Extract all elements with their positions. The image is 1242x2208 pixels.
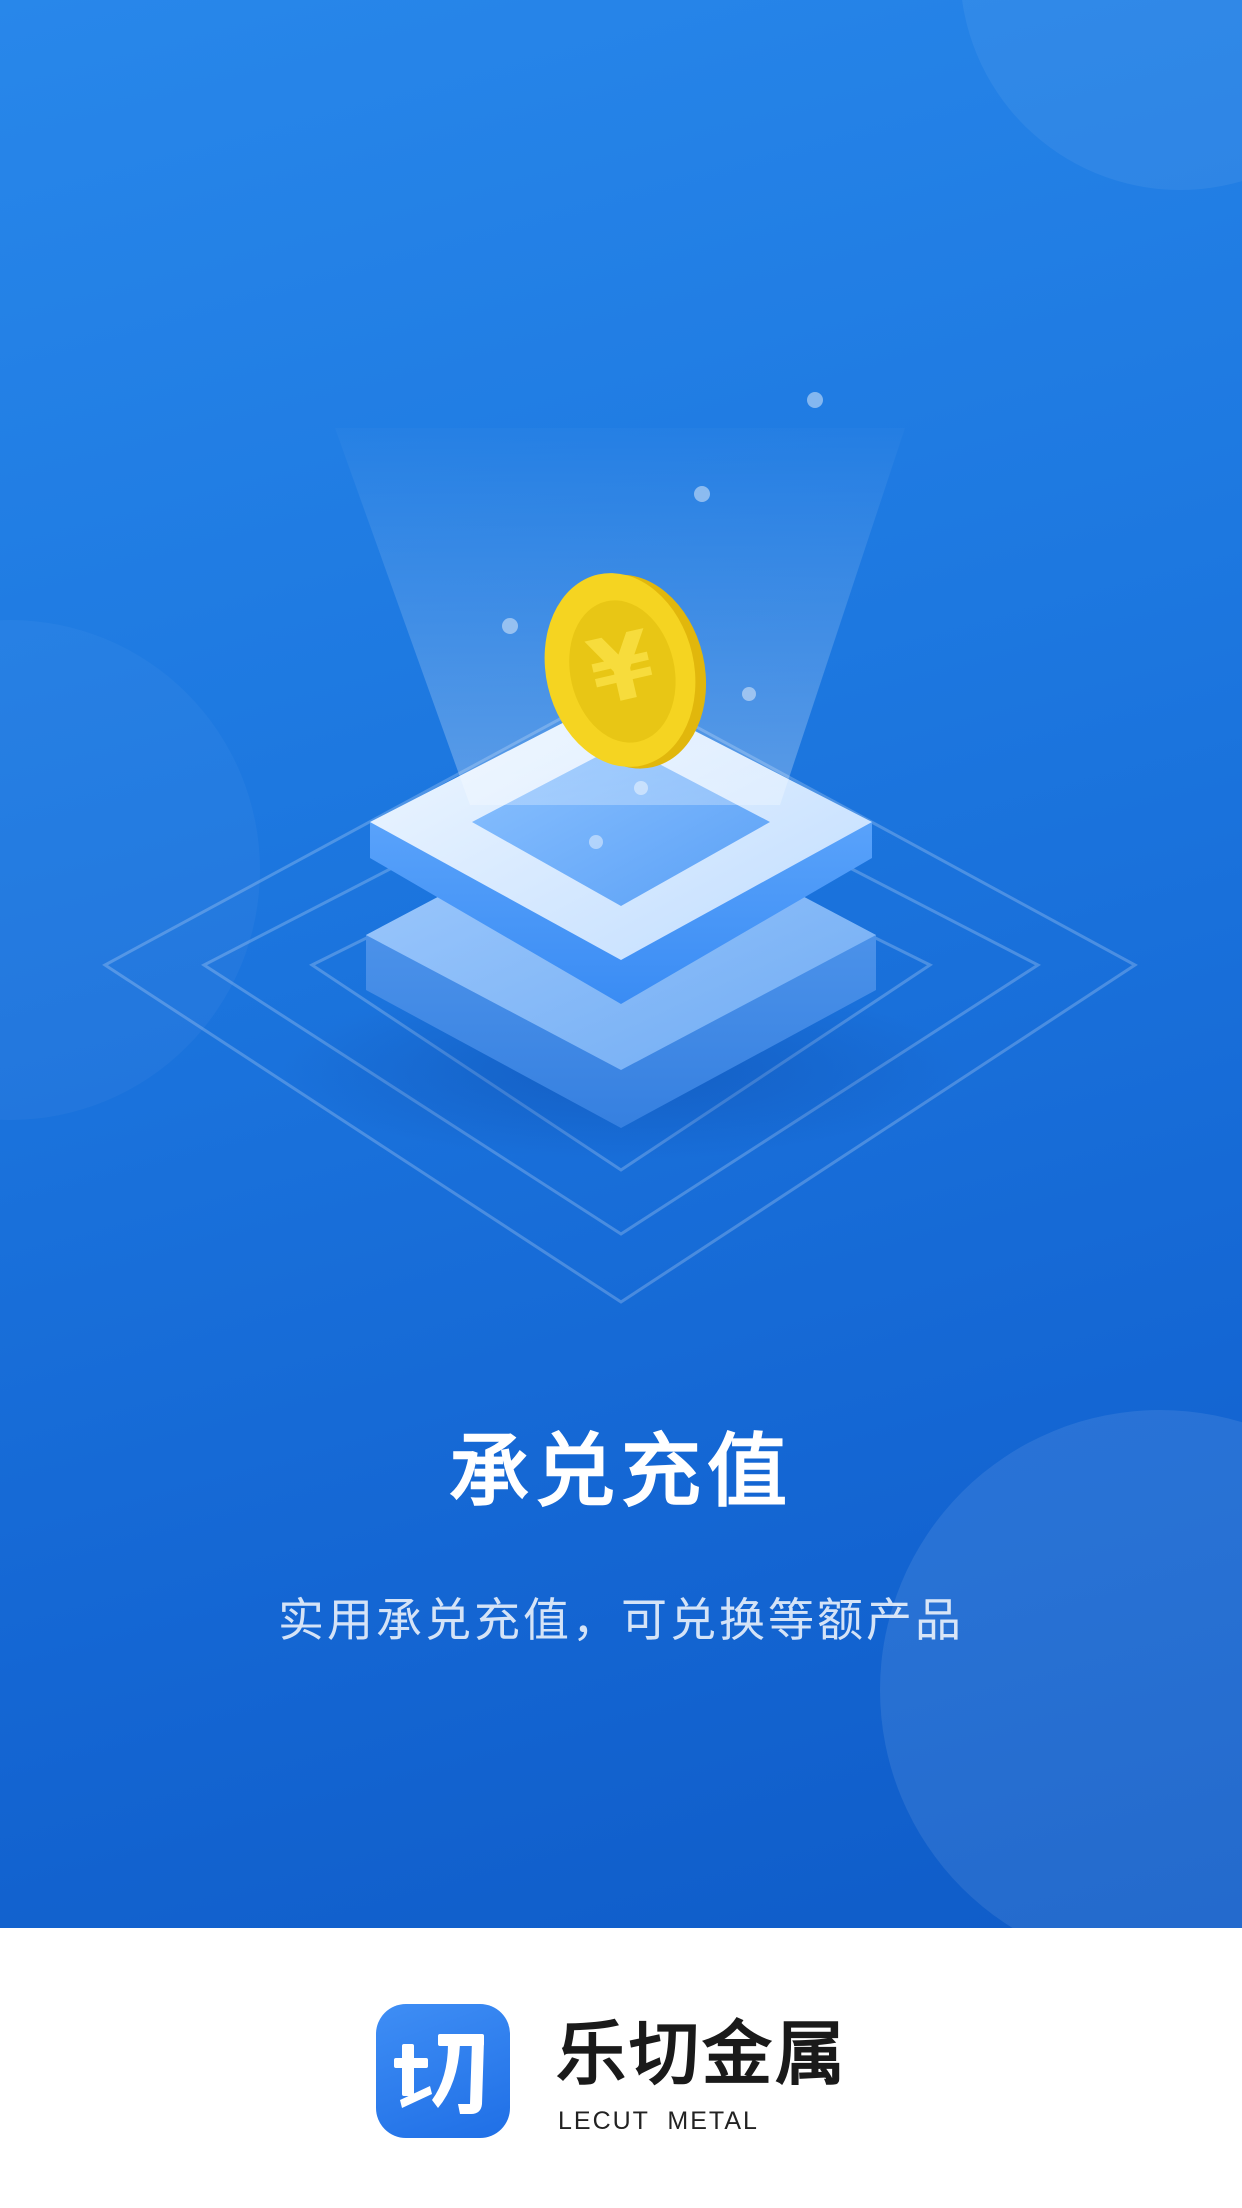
onboarding-hero: ¥ 承兑充值 实用承兑充值，可兑换等额产品 [0, 0, 1242, 1928]
splash-screen: ¥ 承兑充值 实用承兑充值，可兑换等额产品 乐切金属 LECUT METAL [0, 0, 1242, 2208]
lecut-logo-icon [376, 2004, 510, 2138]
page-title: 承兑充值 [449, 1425, 793, 1518]
coin-on-stacked-platform-icon: ¥ [102, 392, 1138, 1304]
brand-name: 乐切金属 [556, 2013, 848, 2095]
brand-footer: 乐切金属 LECUT METAL [0, 1928, 1242, 2208]
brand-subname: LECUT METAL [558, 2107, 759, 2135]
page-subtitle: 实用承兑充值，可兑换等额产品 [278, 1593, 964, 1647]
